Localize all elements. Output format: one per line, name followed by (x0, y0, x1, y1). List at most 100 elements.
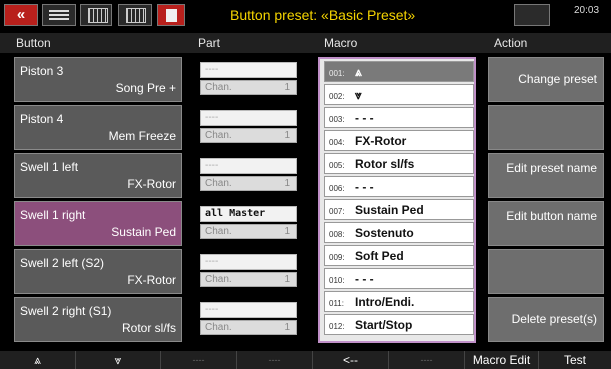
scroll-down-button[interactable]: ⩔ (76, 351, 161, 369)
macro-item[interactable]: 003: - - - (324, 107, 474, 128)
blank-action-button[interactable] (488, 249, 604, 294)
macro-number: 001: (329, 69, 345, 78)
macro-item[interactable]: 005: Rotor sl/fs (324, 153, 474, 174)
button-function: Song Pre + (115, 81, 176, 95)
column-header-macro: Macro (312, 33, 482, 53)
channel-select[interactable]: Chan. 1 (200, 272, 297, 287)
change-preset-label: Change preset (518, 72, 597, 86)
macro-number: 007: (329, 207, 345, 216)
macro-item[interactable]: 011: Intro/Endi. (324, 291, 474, 312)
channel-select[interactable]: Chan. 1 (200, 320, 297, 335)
button-row-piston-3[interactable]: Piston 3 Song Pre + (14, 57, 182, 102)
back-button[interactable]: <-- (313, 351, 389, 369)
macro-number: 008: (329, 230, 345, 239)
channel-number: 1 (284, 178, 290, 189)
button-name: Piston 4 (20, 112, 64, 126)
button-name: Swell 2 left (S2) (20, 256, 105, 270)
delete-presets-label: Delete preset(s) (511, 312, 597, 326)
square-icon (166, 9, 177, 22)
test-button[interactable]: Test (539, 351, 611, 369)
column-header-part: Part (188, 33, 312, 53)
channel-label: Chan. (205, 274, 232, 285)
channel-select[interactable]: Chan. 1 (200, 80, 297, 95)
macro-item[interactable]: 012: Start/Stop (324, 314, 474, 335)
edit-button-name-label: Edit button name (506, 209, 597, 223)
edit-icon[interactable] (80, 4, 112, 26)
stop-icon[interactable] (157, 4, 185, 26)
button-name: Swell 1 left (20, 160, 79, 174)
column-header-button: Button (0, 33, 188, 53)
menu-list-icon[interactable] (42, 4, 76, 26)
macro-label: FX-Rotor (355, 134, 407, 148)
macro-label: Rotor sl/fs (355, 157, 415, 171)
macro-label: Soft Ped (355, 249, 404, 263)
empty-softkey[interactable]: ---- (161, 351, 237, 369)
delete-presets-button[interactable]: Delete preset(s) (488, 297, 604, 342)
empty-softkey[interactable]: ---- (389, 351, 465, 369)
channel-label: Chan. (205, 226, 232, 237)
channel-label: Chan. (205, 178, 232, 189)
macro-label: Intro/Endi. (355, 295, 415, 309)
empty-softkey[interactable]: ---- (237, 351, 313, 369)
button-row-swell-2-right[interactable]: Swell 2 right (S1) Rotor sl/fs (14, 297, 182, 342)
back-double-chevron-icon[interactable]: « (4, 4, 38, 26)
edit-button-name-button[interactable]: Edit button name (488, 201, 604, 246)
button-row-piston-4[interactable]: Piston 4 Mem Freeze (14, 105, 182, 150)
channel-select[interactable]: Chan. 1 (200, 128, 297, 143)
column-header-action: Action (482, 33, 611, 53)
macro-number: 012: (329, 322, 345, 331)
macro-item[interactable]: 009: Soft Ped (324, 245, 474, 266)
macro-label: Start/Stop (355, 318, 413, 332)
part-select[interactable]: ---- (200, 110, 297, 126)
edit-preset-name-label: Edit preset name (506, 161, 597, 175)
button-function: Mem Freeze (108, 129, 176, 143)
part-select[interactable]: ---- (200, 254, 297, 270)
button-function: FX-Rotor (127, 177, 176, 191)
macro-number: 010: (329, 276, 345, 285)
macro-label: - - - (355, 272, 374, 286)
macro-number: 011: (329, 299, 344, 308)
macro-label: - - - (355, 111, 374, 125)
macro-item[interactable]: 006: - - - (324, 176, 474, 197)
macro-edit-button[interactable]: Macro Edit (465, 351, 539, 369)
button-function: Rotor sl/fs (121, 321, 176, 335)
macro-label: ⩔ (355, 88, 362, 102)
part-select[interactable]: ---- (200, 302, 297, 318)
channel-select[interactable]: Chan. 1 (200, 176, 297, 191)
channel-number: 1 (284, 130, 290, 141)
macro-label: Sustain Ped (355, 203, 424, 217)
grid-icon (88, 8, 108, 23)
macro-number: 002: (329, 92, 345, 101)
registration-grid-icon[interactable] (118, 4, 152, 26)
button-row-swell-1-right[interactable]: Swell 1 right Sustain Ped (14, 201, 182, 246)
button-name: Piston 3 (20, 64, 64, 78)
registration-memory-icon[interactable] (514, 4, 550, 26)
button-row-swell-1-left[interactable]: Swell 1 left FX-Rotor (14, 153, 182, 198)
macro-list[interactable]: 001: ⩓ 002: ⩔ 003: - - - 004: FX-Rotor 005: R… (318, 57, 476, 343)
macro-item[interactable]: 004: FX-Rotor (324, 130, 474, 151)
button-function: FX-Rotor (127, 273, 176, 287)
blank-action-button[interactable] (488, 105, 604, 150)
macro-item[interactable]: 001: ⩓ (324, 61, 474, 82)
macro-item[interactable]: 008: Sostenuto (324, 222, 474, 243)
macro-item[interactable]: 007: Sustain Ped (324, 199, 474, 220)
grid-icon (126, 8, 146, 23)
macro-label: - - - (355, 180, 374, 194)
scroll-up-button[interactable]: ⩓ (0, 351, 76, 369)
macro-item[interactable]: 010: - - - (324, 268, 474, 289)
macro-label: ⩓ (355, 65, 362, 79)
part-select[interactable]: ---- (200, 158, 297, 174)
button-function: Sustain Ped (111, 225, 176, 239)
page-title: Button preset: «Basic Preset» (230, 7, 416, 23)
button-row-swell-2-left[interactable]: Swell 2 left (S2) FX-Rotor (14, 249, 182, 294)
channel-select[interactable]: Chan. 1 (200, 224, 297, 239)
channel-number: 1 (284, 82, 290, 93)
macro-number: 006: (329, 184, 345, 193)
change-preset-button[interactable]: Change preset (488, 57, 604, 102)
part-select[interactable]: all Master (200, 206, 297, 222)
channel-number: 1 (284, 274, 290, 285)
macro-number: 009: (329, 253, 345, 262)
macro-item[interactable]: 002: ⩔ (324, 84, 474, 105)
part-select[interactable]: ---- (200, 62, 297, 78)
edit-preset-name-button[interactable]: Edit preset name (488, 153, 604, 198)
